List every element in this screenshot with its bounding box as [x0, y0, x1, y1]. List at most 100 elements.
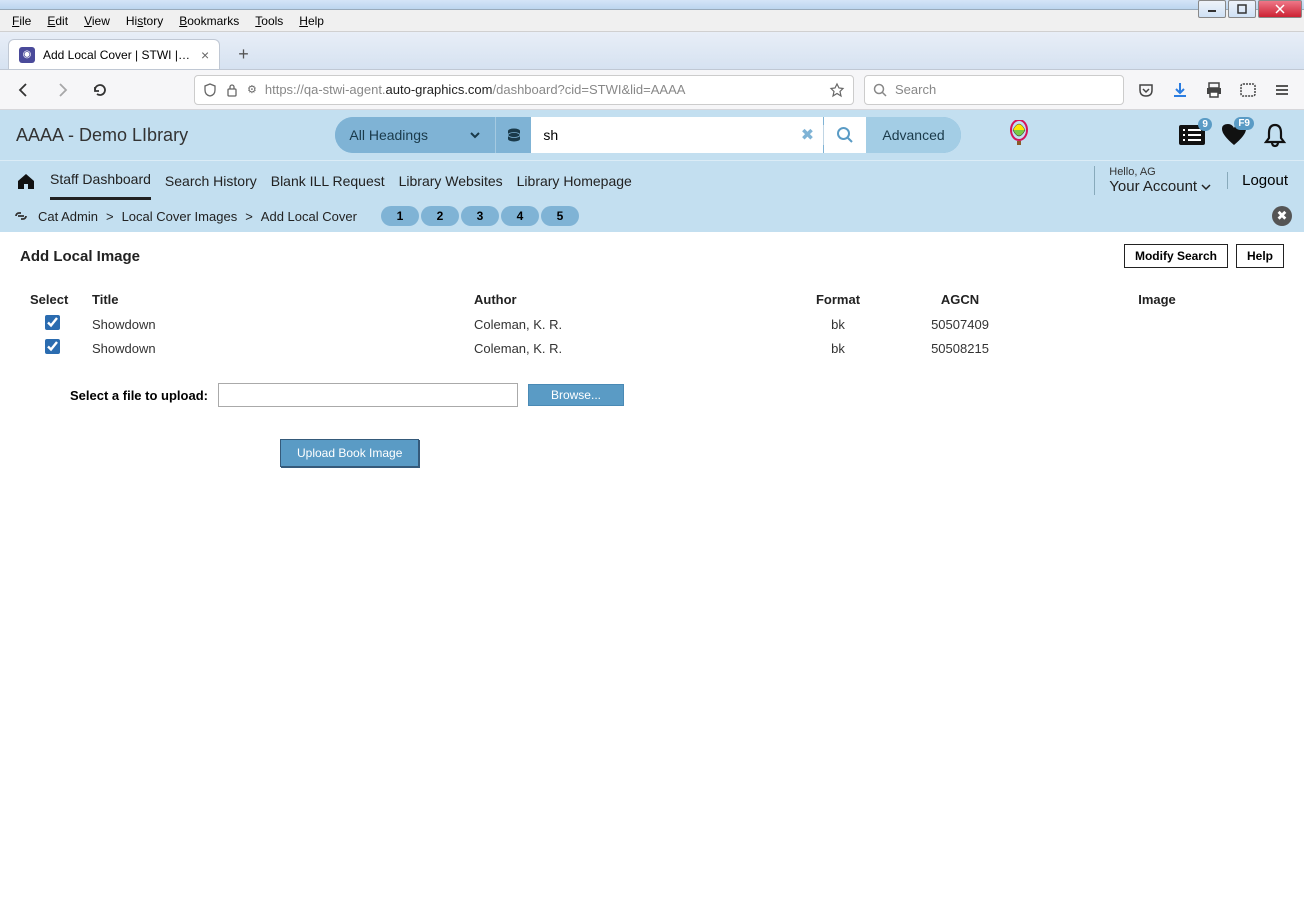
breadcrumb-cat-admin[interactable]: Cat Admin — [38, 209, 98, 224]
window-minimize-button[interactable] — [1198, 0, 1226, 18]
browser-tabbar: ◉ Add Local Cover | STWI | aaaa | × + — [0, 32, 1304, 70]
hello-text: Hello, AG — [1109, 166, 1211, 178]
breadcrumb-add-local-cover[interactable]: Add Local Cover — [261, 209, 357, 224]
account-icon[interactable] — [1236, 78, 1260, 102]
close-breadcrumb-button[interactable]: ✖ — [1272, 206, 1292, 226]
new-tab-button[interactable]: + — [230, 40, 257, 69]
window-maximize-button[interactable] — [1228, 0, 1256, 18]
headings-dropdown[interactable]: All Headings — [335, 117, 495, 153]
tab-close-button[interactable]: × — [201, 47, 209, 63]
bookmark-star-icon[interactable] — [829, 82, 845, 98]
hamburger-menu-icon[interactable] — [1270, 78, 1294, 102]
step-2[interactable]: 2 — [421, 206, 459, 226]
balloon-icon[interactable] — [1007, 120, 1031, 150]
step-1[interactable]: 1 — [381, 206, 419, 226]
step-5[interactable]: 5 — [541, 206, 579, 226]
modify-search-button[interactable]: Modify Search — [1124, 244, 1228, 268]
chevron-down-icon — [1201, 182, 1211, 192]
menu-edit[interactable]: Edit — [39, 12, 76, 30]
browse-button[interactable]: Browse... — [528, 384, 624, 406]
catalog-search-widget: All Headings ✖ Advanced — [335, 117, 960, 153]
nav-library-homepage[interactable]: Library Homepage — [517, 163, 632, 199]
table-row: Showdown Coleman, K. R. bk 50508215 — [22, 337, 1282, 359]
col-format: Format — [788, 288, 888, 311]
database-icon — [506, 127, 522, 143]
menu-help[interactable]: Help — [291, 12, 332, 30]
back-button[interactable] — [10, 76, 38, 104]
advanced-search-button[interactable]: Advanced — [866, 117, 960, 153]
step-pills: 1 2 3 4 5 — [381, 206, 579, 226]
catalog-search-input[interactable] — [531, 117, 791, 153]
library-name: AAAA - Demo LIbrary — [16, 125, 188, 146]
upload-book-image-button[interactable]: Upload Book Image — [280, 439, 419, 467]
clear-search-button[interactable]: ✖ — [791, 117, 823, 153]
search-icon — [873, 83, 887, 97]
forward-button[interactable] — [48, 76, 76, 104]
app-nav: Staff Dashboard Search History Blank ILL… — [0, 160, 1304, 200]
reload-button[interactable] — [86, 76, 114, 104]
menu-history[interactable]: History — [118, 12, 171, 30]
tab-favicon-icon: ◉ — [19, 47, 35, 63]
table-row: Showdown Coleman, K. R. bk 50507409 — [22, 313, 1282, 335]
page-title: Add Local Image — [20, 248, 140, 265]
lists-button[interactable]: 9 — [1178, 124, 1206, 146]
browser-toolbar: ⚙ https://qa-stwi-agent.auto-graphics.co… — [0, 70, 1304, 110]
menu-view[interactable]: View — [76, 12, 118, 30]
col-select: Select — [22, 288, 82, 311]
menu-bookmarks[interactable]: Bookmarks — [171, 12, 247, 30]
window-close-button[interactable] — [1258, 0, 1302, 18]
pocket-icon[interactable] — [1134, 78, 1158, 102]
row-agcn: 50508215 — [890, 337, 1030, 359]
nav-blank-ill-request[interactable]: Blank ILL Request — [271, 163, 385, 199]
step-3[interactable]: 3 — [461, 206, 499, 226]
row-author: Coleman, K. R. — [466, 337, 786, 359]
app-header: AAAA - Demo LIbrary All Headings ✖ Advan… — [0, 110, 1304, 160]
notifications-button[interactable] — [1262, 122, 1288, 148]
downloads-icon[interactable] — [1168, 78, 1192, 102]
help-button[interactable]: Help — [1236, 244, 1284, 268]
lists-badge: 9 — [1198, 118, 1212, 131]
nav-library-websites[interactable]: Library Websites — [399, 163, 503, 199]
search-placeholder: Search — [895, 82, 936, 97]
row-checkbox[interactable] — [45, 315, 60, 330]
lock-icon — [225, 83, 239, 97]
link-icon — [12, 208, 30, 224]
nav-staff-dashboard[interactable]: Staff Dashboard — [50, 161, 151, 200]
tab-title: Add Local Cover | STWI | aaaa | — [43, 48, 193, 62]
breadcrumb-row: Cat Admin > Local Cover Images > Add Loc… — [0, 200, 1304, 232]
row-image — [1032, 313, 1282, 335]
browser-menubar: File Edit View History Bookmarks Tools H… — [0, 10, 1304, 32]
home-icon — [16, 172, 36, 190]
account-menu[interactable]: Hello, AG Your Account — [1094, 166, 1211, 195]
favorites-badge: F9 — [1234, 117, 1254, 130]
file-path-input[interactable] — [218, 383, 518, 407]
menu-file[interactable]: File — [4, 12, 39, 30]
upload-row: Select a file to upload: Browse... — [70, 383, 1284, 407]
row-format: bk — [788, 337, 888, 359]
step-4[interactable]: 4 — [501, 206, 539, 226]
search-icon — [836, 126, 854, 144]
print-icon[interactable] — [1202, 78, 1226, 102]
row-title: Showdown — [84, 313, 464, 335]
col-title: Title — [84, 288, 464, 311]
url-bar[interactable]: ⚙ https://qa-stwi-agent.auto-graphics.co… — [194, 75, 854, 105]
row-checkbox[interactable] — [45, 339, 60, 354]
shield-icon — [203, 83, 217, 97]
home-button[interactable] — [16, 172, 36, 190]
account-label: Your Account — [1109, 178, 1197, 195]
row-format: bk — [788, 313, 888, 335]
search-button[interactable] — [824, 117, 866, 153]
browser-tab[interactable]: ◉ Add Local Cover | STWI | aaaa | × — [8, 39, 220, 69]
upload-label: Select a file to upload: — [70, 388, 208, 403]
row-image — [1032, 337, 1282, 359]
breadcrumb-local-cover-images[interactable]: Local Cover Images — [122, 209, 238, 224]
menu-tools[interactable]: Tools — [247, 12, 291, 30]
favorites-button[interactable]: F9 — [1220, 123, 1248, 147]
row-agcn: 50507409 — [890, 313, 1030, 335]
browser-search-field[interactable]: Search — [864, 75, 1124, 105]
database-button[interactable] — [495, 117, 531, 153]
permissions-icon: ⚙ — [247, 83, 257, 96]
logout-link[interactable]: Logout — [1227, 172, 1288, 189]
page-content: Add Local Image Modify Search Help Selec… — [0, 232, 1304, 479]
nav-search-history[interactable]: Search History — [165, 163, 257, 199]
